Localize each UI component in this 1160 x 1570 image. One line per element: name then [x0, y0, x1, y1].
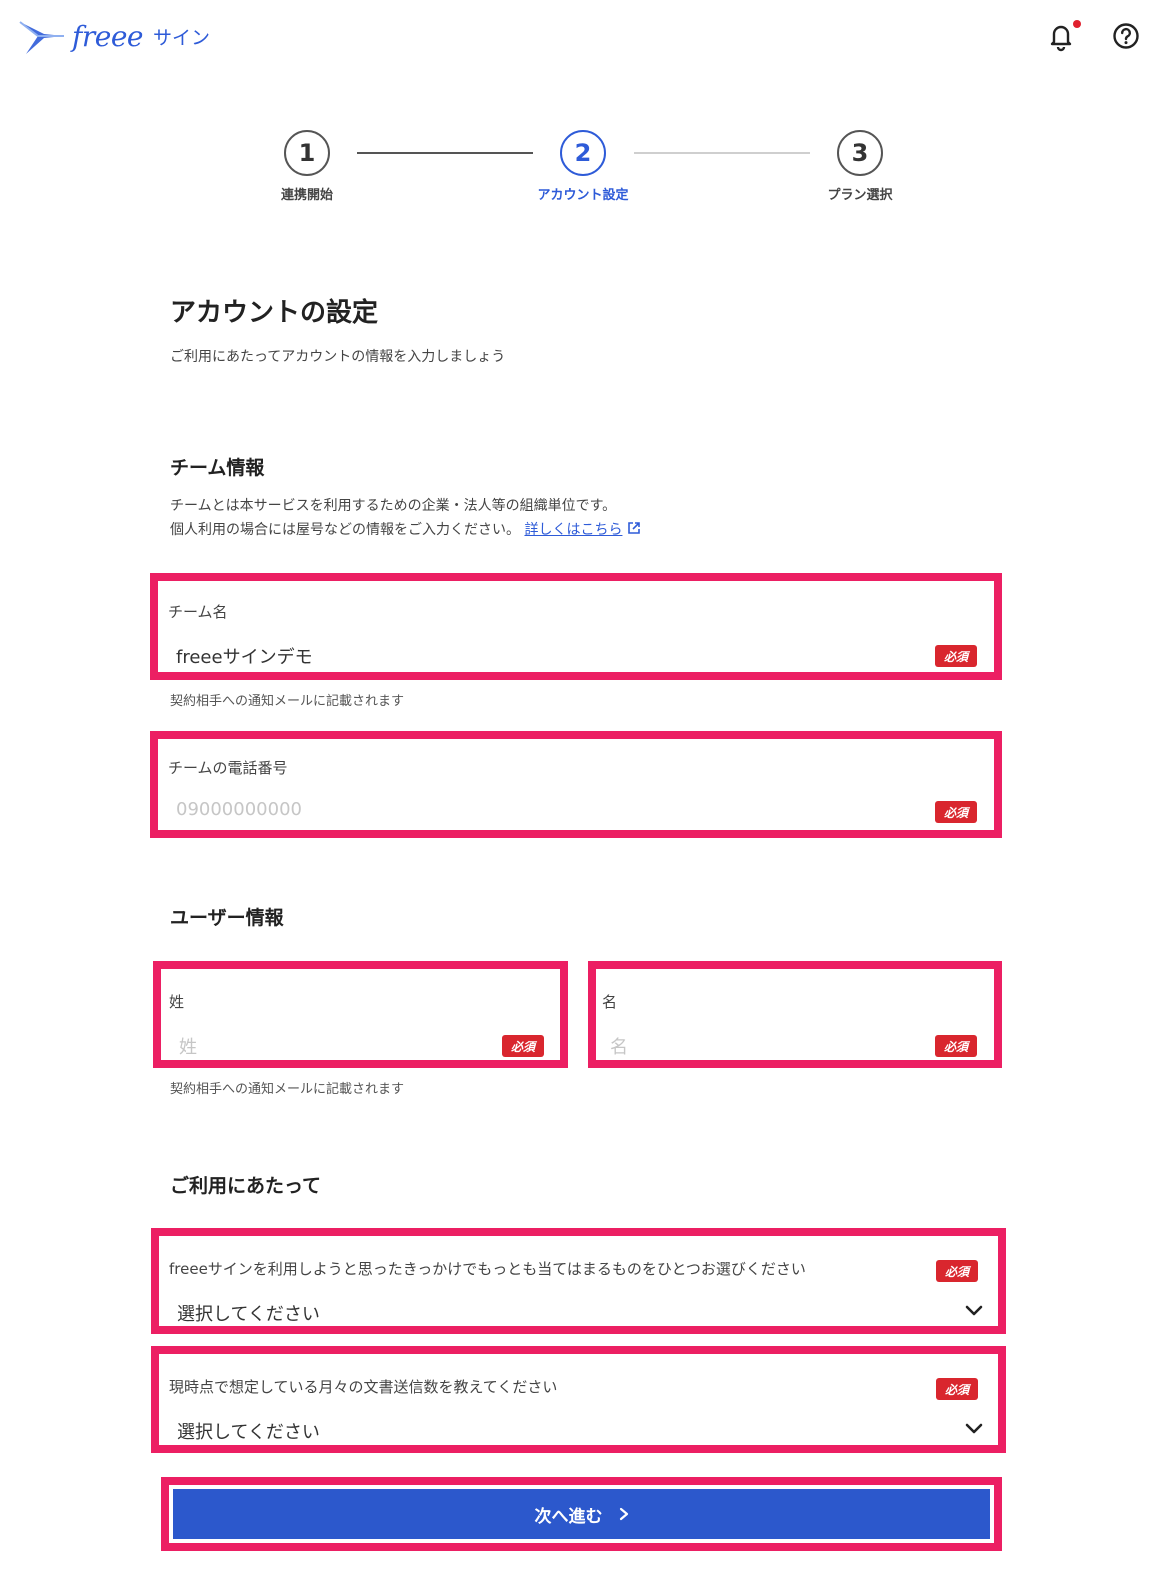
- monthly-volume-label: 現時点で想定している月々の文書送信数を教えてください: [169, 1378, 558, 1396]
- usage-heading: ご利用にあたって: [170, 1175, 322, 1197]
- step-3-number: 3: [837, 130, 883, 176]
- team-info-description: チームとは本サービスを利用するための企業・法人等の組織単位です。 個人利用の場合…: [170, 494, 641, 542]
- required-badge: 必須: [935, 1035, 977, 1057]
- step-3: 3 プラン選択: [795, 130, 925, 203]
- user-name-hint: 契約相手への通知メールに記載されます: [170, 1082, 405, 1097]
- page-subtitle: ご利用にあたってアカウントの情報を入力しましょう: [170, 349, 506, 365]
- next-button-label: 次へ進む: [534, 1506, 603, 1527]
- signup-reason-select[interactable]: freeeサインを利用しようと思ったきっかけでもっとも当てはまるものをひとつお選…: [151, 1228, 1006, 1334]
- user-info-heading: ユーザー情報: [170, 907, 284, 929]
- details-link[interactable]: 詳しくはこちら: [524, 522, 622, 538]
- team-phone-input[interactable]: 09000000000: [176, 799, 302, 820]
- team-name-hint: 契約相手への通知メールに記載されます: [170, 694, 405, 709]
- monthly-volume-value[interactable]: 選択してください: [177, 1418, 320, 1444]
- next-button[interactable]: 次へ進む: [173, 1489, 990, 1539]
- team-name-field[interactable]: チーム名 freeeサインデモ 必須: [150, 573, 1002, 680]
- notification-dot: [1073, 20, 1081, 28]
- step-1-number: 1: [284, 130, 330, 176]
- chevron-down-icon[interactable]: [964, 1422, 984, 1436]
- required-badge: 必須: [936, 1260, 978, 1282]
- first-name-input[interactable]: 名: [610, 1033, 628, 1059]
- required-badge: 必須: [502, 1035, 544, 1057]
- step-connector-1: [357, 152, 533, 154]
- team-phone-label: チームの電話番号: [168, 759, 288, 777]
- signup-reason-value[interactable]: 選択してください: [177, 1300, 320, 1326]
- team-info-heading: チーム情報: [170, 457, 265, 479]
- last-name-field[interactable]: 姓 姓 必須: [153, 961, 568, 1068]
- required-badge: 必須: [935, 801, 977, 823]
- page-title: アカウントの設定: [170, 298, 379, 328]
- bell-icon[interactable]: [1046, 20, 1076, 52]
- monthly-volume-select[interactable]: 現時点で想定している月々の文書送信数を教えてください 必須 選択してください: [151, 1346, 1006, 1453]
- step-2-label: アカウント設定: [537, 188, 629, 203]
- external-link-icon[interactable]: [627, 521, 641, 535]
- first-name-label: 名: [602, 993, 618, 1011]
- team-name-input[interactable]: freeeサインデモ: [176, 643, 313, 669]
- team-desc-line2: 個人利用の場合には屋号などの情報をご入力ください。 詳しくはこちら: [170, 518, 641, 542]
- help-circle-icon[interactable]: [1111, 20, 1141, 52]
- signup-reason-label: freeeサインを利用しようと思ったきっかけでもっとも当てはまるものをひとつお選…: [169, 1260, 806, 1278]
- last-name-input[interactable]: 姓: [179, 1033, 197, 1059]
- step-3-label: プラン選択: [827, 188, 893, 203]
- details-link-text: 詳しくはこちら: [524, 522, 623, 538]
- step-connector-2: [634, 152, 810, 154]
- step-1: 1 連携開始: [242, 130, 372, 203]
- team-name-label: チーム名: [168, 603, 228, 621]
- last-name-label: 姓: [169, 993, 185, 1011]
- logo-wordmark: freee: [72, 19, 143, 53]
- required-badge: 必須: [935, 645, 977, 667]
- freee-sign-logo[interactable]: freee サイン: [18, 16, 210, 56]
- required-badge: 必須: [936, 1378, 978, 1400]
- team-phone-field[interactable]: チームの電話番号 09000000000 必須: [150, 731, 1002, 838]
- plane-logo-icon: [19, 21, 64, 54]
- submit-highlight: 次へ進む: [161, 1477, 1002, 1551]
- step-1-label: 連携開始: [280, 188, 333, 203]
- step-2-number: 2: [560, 130, 606, 176]
- chevron-down-icon[interactable]: [964, 1304, 984, 1318]
- team-desc-line1: チームとは本サービスを利用するための企業・法人等の組織単位です。: [170, 498, 617, 514]
- first-name-field[interactable]: 名 名 必須: [588, 961, 1002, 1068]
- team-desc-line2-text: 個人利用の場合には屋号などの情報をご入力ください。: [170, 522, 520, 538]
- logo-subtitle: サイン: [152, 26, 210, 49]
- chevron-right-icon: [619, 1507, 628, 1521]
- step-2: 2 アカウント設定: [518, 130, 648, 203]
